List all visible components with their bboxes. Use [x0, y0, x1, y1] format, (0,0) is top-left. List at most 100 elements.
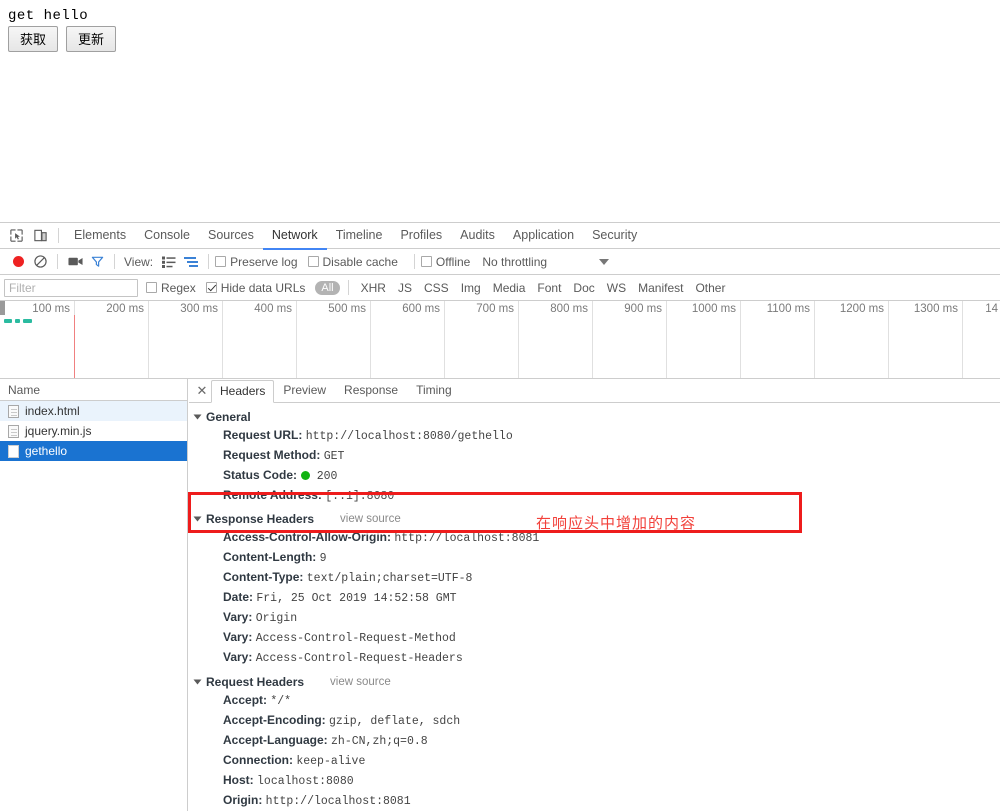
screenshot-root: get hello 获取 更新 Elements Conso: [0, 0, 1000, 811]
header-value: Origin: [256, 612, 297, 625]
update-button[interactable]: 更新: [66, 26, 116, 52]
header-row-accept-encoding: Accept-Encoding: gzip, deflate, sdch: [195, 711, 1000, 731]
controls-divider-1: [57, 254, 58, 269]
filter-type-all[interactable]: All: [315, 281, 339, 295]
timeline-tick-700ms: 700 ms: [476, 303, 518, 315]
header-name: Accept:: [223, 693, 267, 707]
tab-timing[interactable]: Timing: [407, 379, 461, 402]
offline-box: [421, 256, 432, 267]
close-icon[interactable]: ✕: [193, 382, 211, 400]
header-name: Host:: [223, 773, 254, 787]
section-general[interactable]: General: [195, 408, 1000, 426]
overview-request-bar-3: [23, 319, 32, 323]
header-value: http://localhost:8081: [394, 532, 539, 545]
search-input[interactable]: [4, 279, 138, 297]
header-row-status-code: Status Code: 200: [195, 466, 1000, 486]
detail-tabstrip: ✕ Headers Preview Response Timing: [189, 379, 1000, 403]
header-name: Vary:: [223, 610, 252, 624]
filter-type-other[interactable]: Other: [689, 280, 731, 296]
header-name: Content-Length:: [223, 550, 316, 564]
network-controls-row: View: Preserve log: [0, 249, 1000, 275]
header-name: Status Code:: [223, 468, 297, 482]
blank-file-icon: [8, 445, 19, 458]
tab-network[interactable]: Network: [263, 223, 327, 250]
filter-type-img[interactable]: Img: [455, 280, 487, 296]
request-name-index-html: index.html: [25, 404, 80, 418]
chevron-down-icon[interactable]: [599, 259, 609, 265]
controls-divider-3: [208, 254, 209, 269]
preserve-log-checkbox[interactable]: Preserve log: [215, 255, 297, 269]
preserve-log-box: [215, 256, 226, 267]
timeline-tick-800ms: 800 ms: [550, 303, 592, 315]
section-request-headers[interactable]: Request Headers view source: [195, 673, 1000, 691]
record-icon[interactable]: [7, 251, 29, 273]
section-response-headers-title: Response Headers: [206, 512, 314, 526]
tab-timeline[interactable]: Timeline: [327, 223, 392, 250]
hide-data-urls-checkbox[interactable]: Hide data URLs: [206, 281, 306, 295]
offline-label: Offline: [436, 255, 470, 269]
tab-sources[interactable]: Sources: [199, 223, 263, 250]
disable-cache-label: Disable cache: [323, 255, 398, 269]
fetch-button[interactable]: 获取: [8, 26, 58, 52]
regex-label: Regex: [161, 281, 196, 295]
controls-divider-2: [114, 254, 115, 269]
header-value: keep-alive: [296, 755, 365, 768]
request-list-pane: Name index.html jquery.min.js gethello: [0, 379, 188, 811]
filter-type-manifest[interactable]: Manifest: [632, 280, 689, 296]
timeline-tick-1200ms: 1200 ms: [840, 303, 888, 315]
header-row-vary-origin: Vary: Origin: [195, 608, 1000, 628]
camera-icon[interactable]: [64, 251, 86, 273]
header-value: Fri, 25 Oct 2019 14:52:58 GMT: [256, 592, 456, 605]
header-name: Vary:: [223, 650, 252, 664]
table-row[interactable]: jquery.min.js: [0, 421, 187, 441]
filter-type-xhr[interactable]: XHR: [355, 280, 392, 296]
offline-checkbox[interactable]: Offline: [421, 255, 470, 269]
header-row-host: Host: localhost:8080: [195, 771, 1000, 791]
header-value: 9: [320, 552, 327, 565]
device-toolbar-icon[interactable]: [28, 224, 52, 248]
table-row[interactable]: gethello: [0, 441, 187, 461]
throttling-select[interactable]: No throttling: [482, 255, 547, 269]
page-button-group: 获取 更新: [8, 26, 116, 52]
tab-application[interactable]: Application: [504, 223, 583, 250]
view-label: View:: [124, 255, 153, 269]
tab-audits[interactable]: Audits: [451, 223, 504, 250]
filter-type-ws[interactable]: WS: [601, 280, 632, 296]
clear-icon[interactable]: [29, 251, 51, 273]
filter-type-doc[interactable]: Doc: [567, 280, 600, 296]
column-header-name[interactable]: Name: [0, 379, 187, 401]
header-name: Accept-Encoding:: [223, 713, 326, 727]
tab-response[interactable]: Response: [335, 379, 407, 402]
filter-type-media[interactable]: Media: [487, 280, 532, 296]
controls-divider-4: [414, 254, 415, 269]
filter-type-css[interactable]: CSS: [418, 280, 455, 296]
tab-preview[interactable]: Preview: [274, 379, 335, 402]
funnel-icon[interactable]: [86, 251, 108, 273]
timeline-tick-100ms: 100 ms: [32, 303, 74, 315]
tab-headers[interactable]: Headers: [211, 380, 274, 403]
list-view-icon[interactable]: [158, 251, 180, 273]
tab-elements[interactable]: Elements: [65, 223, 135, 250]
disable-cache-checkbox[interactable]: Disable cache: [308, 255, 398, 269]
network-overview-timeline[interactable]: 100 ms 200 ms 300 ms 400 ms 500 ms 600 m…: [0, 301, 1000, 379]
header-name: Date:: [223, 590, 253, 604]
view-source-link-request[interactable]: view source: [330, 676, 391, 688]
section-general-title: General: [206, 410, 251, 424]
tab-profiles[interactable]: Profiles: [391, 223, 451, 250]
headers-content: General Request URL: http://localhost:80…: [189, 403, 1000, 811]
table-row[interactable]: index.html: [0, 401, 187, 421]
header-value: http://localhost:8080/gethello: [306, 430, 513, 443]
filter-type-font[interactable]: Font: [531, 280, 567, 296]
tab-console[interactable]: Console: [135, 223, 199, 250]
regex-checkbox[interactable]: Regex: [146, 281, 196, 295]
view-source-link-response[interactable]: view source: [340, 513, 401, 525]
inspect-element-icon[interactable]: [4, 224, 28, 248]
waterfall-view-icon[interactable]: [180, 251, 202, 273]
header-row-vary-request-headers: Vary: Access-Control-Request-Headers: [195, 648, 1000, 668]
header-name: Request URL:: [223, 428, 302, 442]
timeline-tick-900ms: 900 ms: [624, 303, 666, 315]
header-name: Accept-Language:: [223, 733, 328, 747]
overview-request-bar-1: [4, 319, 12, 323]
tab-security[interactable]: Security: [583, 223, 646, 250]
filter-type-js[interactable]: JS: [392, 280, 418, 296]
